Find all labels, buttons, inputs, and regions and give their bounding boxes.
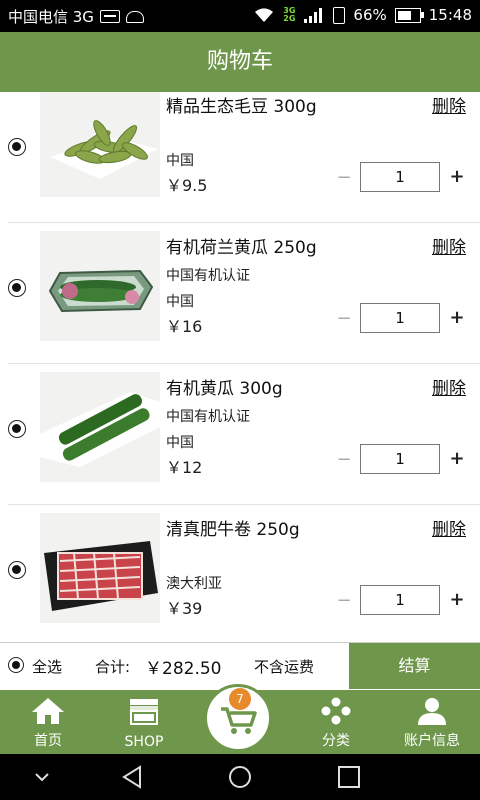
- quantity-decrease-button[interactable]: −: [336, 167, 352, 188]
- item-select-radio[interactable]: [8, 279, 26, 297]
- quantity-increase-button[interactable]: +: [448, 166, 466, 187]
- item-select-radio[interactable]: [8, 138, 26, 156]
- product-price: ￥12: [166, 458, 203, 477]
- product-origin: 中国: [166, 294, 194, 310]
- quantity-input[interactable]: 1: [360, 303, 440, 333]
- product-origin: 中国: [166, 435, 194, 451]
- product-price: ￥9.5: [166, 176, 208, 195]
- product-origin: 中国: [166, 153, 194, 169]
- wifi-icon: [255, 8, 274, 22]
- product-image-dutch-cucumber[interactable]: [40, 231, 160, 341]
- cart-item: 有机荷兰黄瓜 250g 中国有机认证 中国 ￥16 删除 − 1 +: [0, 223, 480, 364]
- quantity-decrease-button[interactable]: −: [336, 590, 352, 611]
- android-debug-icon: [125, 10, 144, 23]
- product-title[interactable]: 精品生态毛豆 300g: [166, 92, 317, 117]
- product-certification: 中国有机认证: [166, 409, 250, 425]
- cart-list[interactable]: 精品生态毛豆 300g 中国 ￥9.5 删除 − 1 + 有机荷兰黄瓜 250g…: [0, 92, 480, 642]
- product-certification: 中国有机认证: [166, 268, 250, 284]
- product-image-edamame[interactable]: [40, 92, 160, 197]
- select-all-radio[interactable]: [8, 657, 24, 673]
- product-price: ￥16: [166, 317, 203, 336]
- carrier-label: 中国电信 3G: [8, 8, 94, 26]
- product-title[interactable]: 清真肥牛卷 250g: [166, 515, 300, 540]
- tab-shop[interactable]: SHOP: [104, 690, 184, 754]
- home-nav-icon[interactable]: [225, 754, 255, 800]
- quantity-increase-button[interactable]: +: [448, 307, 466, 328]
- cart-item: 有机黄瓜 300g 中国有机认证 中国 ￥12 删除 − 1 +: [0, 364, 480, 505]
- clock: 15:48: [428, 6, 472, 24]
- quantity-decrease-button[interactable]: −: [336, 308, 352, 329]
- product-price: ￥39: [166, 599, 203, 618]
- tab-account-label: 账户信息: [404, 733, 460, 749]
- item-select-radio[interactable]: [8, 561, 26, 579]
- cart-summary-bar: 全选 合计: ￥282.50 不含运费 结算: [0, 642, 480, 689]
- signal-icon: [304, 8, 323, 23]
- delete-link[interactable]: 删除: [432, 515, 466, 540]
- category-icon: [321, 697, 351, 725]
- network-2g-label: 2G: [283, 14, 296, 23]
- quantity-increase-button[interactable]: +: [448, 589, 466, 610]
- product-image-beef-roll[interactable]: [40, 513, 160, 623]
- total-label: 合计:: [95, 658, 131, 676]
- battery-icon: [394, 7, 424, 23]
- tab-category[interactable]: 分类: [296, 690, 376, 754]
- product-title[interactable]: 有机荷兰黄瓜 250g: [166, 233, 317, 258]
- keyboard-icon: [99, 10, 120, 23]
- quantity-increase-button[interactable]: +: [448, 448, 466, 469]
- item-select-radio[interactable]: [8, 420, 26, 438]
- home-icon: [32, 698, 64, 724]
- select-all-label[interactable]: 全选: [32, 656, 62, 677]
- tab-category-label: 分类: [322, 733, 350, 749]
- battery-percent: 66%: [353, 6, 387, 24]
- back-icon[interactable]: [118, 754, 148, 800]
- cart-item: 清真肥牛卷 250g 澳大利亚 ￥39 删除 − 1 +: [0, 505, 480, 642]
- tab-home-label: 首页: [34, 733, 62, 749]
- user-icon: [418, 698, 446, 725]
- quantity-input[interactable]: 1: [360, 162, 440, 192]
- shop-icon: [130, 699, 158, 725]
- recent-apps-icon[interactable]: [334, 754, 364, 800]
- page-title: 购物车: [0, 32, 480, 92]
- product-image-cucumber[interactable]: [40, 372, 160, 482]
- cart-item: 精品生态毛豆 300g 中国 ￥9.5 删除 − 1 +: [0, 92, 480, 223]
- cart-count-badge: 7: [229, 688, 251, 710]
- shipping-note: 不含运费: [254, 658, 315, 676]
- delete-link[interactable]: 删除: [432, 374, 466, 399]
- quantity-input[interactable]: 1: [360, 585, 440, 615]
- total-value: ￥282.50: [145, 659, 222, 679]
- system-nav-bar: [0, 754, 480, 800]
- tab-home[interactable]: 首页: [8, 690, 88, 754]
- quantity-input[interactable]: 1: [360, 444, 440, 474]
- status-bar: 中国电信 3G 3G 2G 66% 15:48: [0, 0, 480, 32]
- tab-account[interactable]: 账户信息: [392, 690, 472, 754]
- checkout-button[interactable]: 结算: [349, 643, 480, 689]
- quantity-decrease-button[interactable]: −: [336, 449, 352, 470]
- delete-link[interactable]: 删除: [432, 92, 466, 117]
- chevron-down-icon[interactable]: [30, 754, 54, 800]
- delete-link[interactable]: 删除: [432, 233, 466, 258]
- product-origin: 澳大利亚: [166, 576, 222, 592]
- tab-shop-label: SHOP: [124, 734, 164, 750]
- product-title[interactable]: 有机黄瓜 300g: [166, 374, 283, 399]
- sim-alert-icon: [333, 6, 346, 24]
